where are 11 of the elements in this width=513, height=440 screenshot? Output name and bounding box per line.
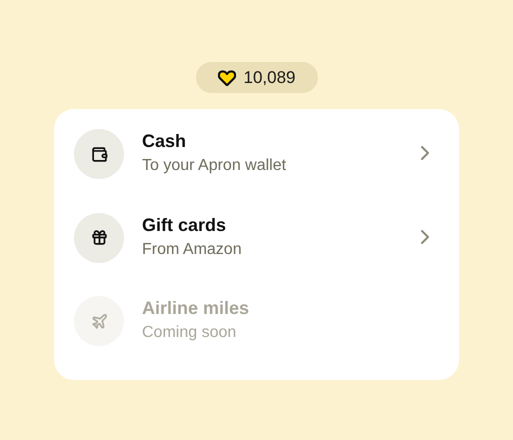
heart-icon <box>218 70 236 86</box>
gift-icon <box>90 229 108 246</box>
balance-amount: 10,089 <box>244 66 296 89</box>
wallet-icon <box>90 146 108 162</box>
option-subtitle: To your Apron wallet <box>142 156 288 176</box>
option-title: Cash <box>142 130 188 153</box>
option-subtitle: Coming soon <box>142 323 238 344</box>
option-title: Airline miles <box>142 297 250 320</box>
plane-icon <box>90 312 108 330</box>
option-subtitle: From Amazon <box>142 240 243 260</box>
option-title: Gift cards <box>142 214 228 237</box>
